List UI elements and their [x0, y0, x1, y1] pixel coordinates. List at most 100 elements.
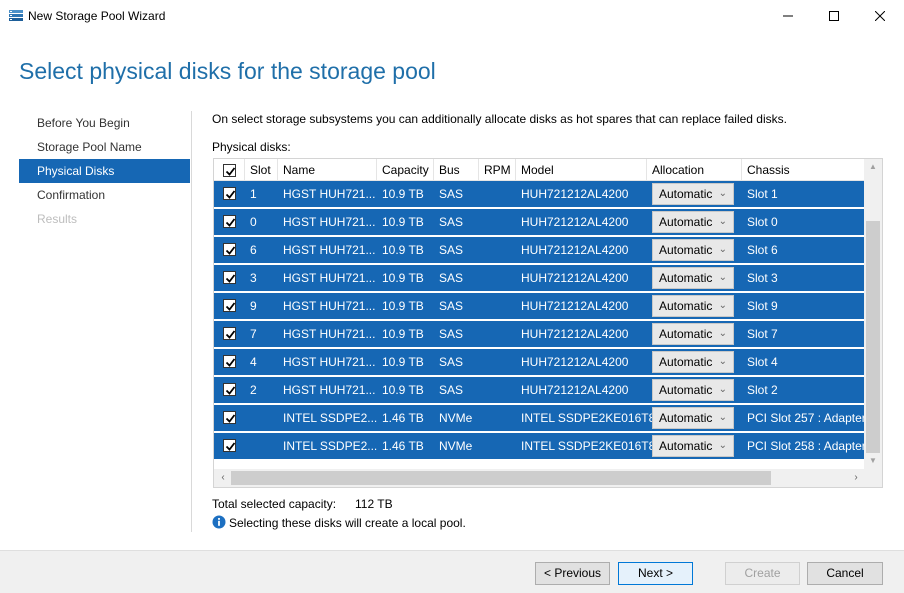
chevron-down-icon: ⌄: [718, 356, 727, 367]
cancel-button[interactable]: Cancel: [807, 562, 883, 585]
nav-item-before-you-begin[interactable]: Before You Begin: [19, 111, 190, 135]
table-row[interactable]: 6 HGST HUH721... 10.9 TB SAS HUH721212AL4200…: [214, 237, 864, 265]
cell-name: HGST HUH721...: [283, 355, 376, 369]
total-capacity-label: Total selected capacity:: [212, 497, 337, 511]
chevron-down-icon: ⌄: [718, 412, 727, 423]
minimize-button[interactable]: [765, 0, 811, 32]
info-text: Selecting these disks will create a loca…: [229, 516, 466, 530]
cell-model: HUH721212AL4200: [521, 187, 629, 201]
cell-capacity: 1.46 TB: [382, 411, 424, 425]
allocation-dropdown[interactable]: Automatic ⌄: [652, 211, 734, 233]
cell-rpm: [479, 237, 484, 263]
cell-model: HUH721212AL4200: [521, 215, 629, 229]
allocation-dropdown[interactable]: Automatic ⌄: [652, 183, 734, 205]
row-checkbox[interactable]: [223, 355, 236, 368]
cell-slot: 1: [250, 187, 257, 201]
allocation-dropdown[interactable]: Automatic ⌄: [652, 435, 734, 457]
previous-button[interactable]: < Previous: [535, 562, 610, 585]
cell-chassis: Slot 1: [747, 187, 778, 201]
cell-bus: SAS: [439, 215, 464, 229]
storage-pool-wizard-icon: [8, 8, 24, 22]
cell-slot: [245, 433, 250, 459]
vertical-scrollbar[interactable]: ▲ ▼: [864, 159, 882, 469]
allocation-dropdown[interactable]: Automatic ⌄: [652, 323, 734, 345]
cell-slot: 6: [250, 243, 257, 257]
cell-capacity: 1.46 TB: [382, 439, 424, 453]
cell-bus: SAS: [439, 243, 464, 257]
close-button[interactable]: [857, 0, 903, 32]
create-button: Create: [725, 562, 800, 585]
scroll-up-arrow-icon[interactable]: ▲: [864, 159, 882, 175]
column-header-allocation[interactable]: Allocation: [647, 159, 742, 181]
row-checkbox[interactable]: [223, 383, 236, 396]
cell-capacity: 10.9 TB: [382, 187, 424, 201]
physical-disks-grid[interactable]: Slot Name Capacity Bus RPM Model Allocat…: [213, 158, 883, 488]
cell-rpm: [479, 405, 484, 431]
allocation-dropdown[interactable]: Automatic ⌄: [652, 407, 734, 429]
allocation-value: Automatic: [659, 243, 713, 257]
nav-item-confirmation[interactable]: Confirmation: [19, 183, 190, 207]
nav-item-results: Results: [37, 212, 78, 226]
cell-model: HUH721212AL4200: [521, 299, 629, 313]
allocation-value: Automatic: [659, 299, 713, 313]
cell-chassis: Slot 6: [747, 243, 778, 257]
table-row[interactable]: 9 HGST HUH721... 10.9 TB SAS HUH721212AL4200…: [214, 293, 864, 321]
scroll-left-arrow-icon[interactable]: ‹: [215, 469, 231, 487]
row-checkbox[interactable]: [223, 439, 236, 452]
select-all-checkbox[interactable]: [223, 164, 236, 177]
row-checkbox[interactable]: [223, 411, 236, 424]
table-row[interactable]: INTEL SSDPE2... 1.46 TB NVMe INTEL SSDPE2KE…: [214, 405, 866, 433]
allocation-value: Automatic: [659, 383, 713, 397]
column-header-slot[interactable]: Slot: [245, 159, 278, 181]
chevron-down-icon: ⌄: [718, 244, 727, 255]
instructions-text: On select storage subsystems you can add…: [212, 112, 787, 126]
row-checkbox[interactable]: [223, 271, 236, 284]
cell-model: HUH721212AL4200: [521, 243, 629, 257]
allocation-value: Automatic: [659, 215, 713, 229]
row-checkbox[interactable]: [223, 243, 236, 256]
row-checkbox[interactable]: [223, 215, 236, 228]
cell-chassis: PCI Slot 258 : Adapter: [747, 439, 866, 453]
allocation-dropdown[interactable]: Automatic ⌄: [652, 267, 734, 289]
table-row[interactable]: 0 HGST HUH721... 10.9 TB SAS HUH721212AL4200…: [214, 209, 864, 237]
column-header-capacity[interactable]: Capacity: [377, 159, 434, 181]
cell-capacity: 10.9 TB: [382, 271, 424, 285]
table-row[interactable]: 4 HGST HUH721... 10.9 TB SAS HUH721212AL4200…: [214, 349, 864, 377]
cell-bus: SAS: [439, 383, 464, 397]
allocation-value: Automatic: [659, 411, 713, 425]
column-header-bus[interactable]: Bus: [434, 159, 479, 181]
horizontal-scrollbar[interactable]: ‹ ›: [214, 469, 882, 487]
chevron-down-icon: ⌄: [718, 300, 727, 311]
nav-item-storage-pool-name[interactable]: Storage Pool Name: [19, 135, 190, 159]
row-checkbox[interactable]: [223, 299, 236, 312]
cell-chassis: Slot 9: [747, 299, 778, 313]
scroll-down-arrow-icon[interactable]: ▼: [864, 453, 882, 469]
table-row[interactable]: 7 HGST HUH721... 10.9 TB SAS HUH721212AL4200…: [214, 321, 864, 349]
allocation-dropdown[interactable]: Automatic ⌄: [652, 239, 734, 261]
column-header-name[interactable]: Name: [278, 159, 377, 181]
horizontal-scroll-thumb[interactable]: [231, 471, 771, 485]
column-header-chassis[interactable]: Chassis: [742, 159, 864, 181]
cell-name: HGST HUH721...: [283, 383, 376, 397]
nav-item-physical-disks[interactable]: Physical Disks: [19, 159, 190, 183]
allocation-dropdown[interactable]: Automatic ⌄: [652, 351, 734, 373]
table-row[interactable]: 2 HGST HUH721... 10.9 TB SAS HUH721212AL4200…: [214, 377, 864, 405]
cell-name: HGST HUH721...: [283, 243, 376, 257]
table-row[interactable]: 3 HGST HUH721... 10.9 TB SAS HUH721212AL4200…: [214, 265, 864, 293]
next-button[interactable]: Next >: [618, 562, 693, 585]
table-row[interactable]: INTEL SSDPE2... 1.46 TB NVMe INTEL SSDPE2KE…: [214, 433, 866, 461]
row-checkbox[interactable]: [223, 327, 236, 340]
scroll-right-arrow-icon[interactable]: ›: [848, 469, 864, 487]
grid-header: Slot Name Capacity Bus RPM Model Allocat…: [214, 159, 864, 181]
maximize-button[interactable]: [811, 0, 857, 32]
allocation-dropdown[interactable]: Automatic ⌄: [652, 295, 734, 317]
table-row[interactable]: 1 HGST HUH721... 10.9 TB SAS HUH721212AL4200…: [214, 181, 864, 209]
cell-model: HUH721212AL4200: [521, 271, 629, 285]
allocation-dropdown[interactable]: Automatic ⌄: [652, 379, 734, 401]
row-checkbox[interactable]: [223, 187, 236, 200]
column-header-rpm[interactable]: RPM: [479, 159, 516, 181]
cell-rpm: [479, 181, 484, 207]
vertical-scroll-thumb[interactable]: [866, 221, 880, 453]
column-header-model[interactable]: Model: [516, 159, 647, 181]
cell-bus: SAS: [439, 327, 464, 341]
